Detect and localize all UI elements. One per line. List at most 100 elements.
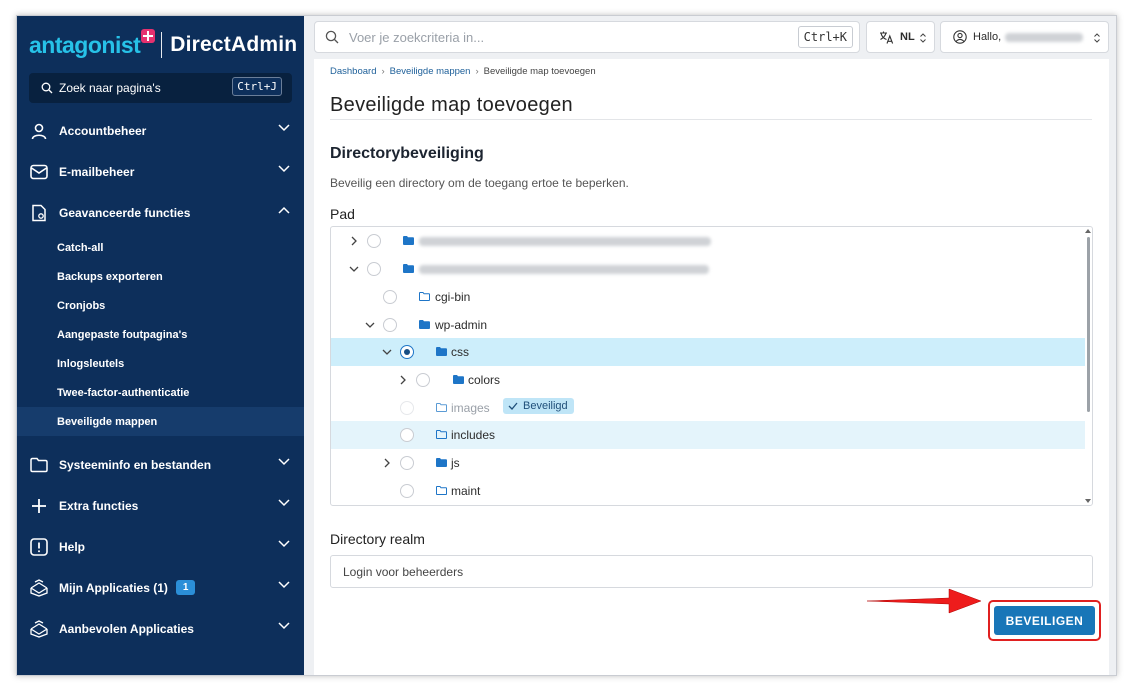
language-selector[interactable]: NL: [866, 21, 935, 53]
brand-logo[interactable]: antagonist DirectAdmin: [29, 29, 297, 60]
tree-row[interactable]: cgi-bin: [331, 283, 1085, 311]
help-icon: [29, 537, 49, 557]
sidebar-item-label: Mijn Applicaties (1): [59, 580, 168, 595]
realm-input[interactable]: [330, 555, 1093, 588]
sidebar-item-extra-functies[interactable]: Extra functies: [17, 485, 304, 526]
chevron-right-icon[interactable]: [382, 458, 392, 468]
tree-item-label: colors: [468, 373, 501, 387]
tree-name-redacted: [419, 265, 709, 274]
sidebar-item-help[interactable]: Help: [17, 526, 304, 567]
tree-row-disabled: images Beveiligd: [331, 394, 1085, 422]
tree-radio[interactable]: [383, 290, 397, 304]
tree-radio[interactable]: [383, 318, 397, 332]
scroll-up-icon[interactable]: [1085, 228, 1091, 233]
tree-item-label: maint: [451, 484, 481, 498]
tree-row[interactable]: maint: [331, 477, 1085, 505]
tree-item-label: css: [451, 345, 469, 359]
directory-tree[interactable]: cgi-bin wp-admin css colors images Bevei…: [330, 226, 1093, 506]
sidebar-search[interactable]: Zoek naar pagina's Ctrl+J: [29, 73, 292, 103]
user-greeting: Hallo,: [973, 31, 1002, 43]
global-search-shortcut: Ctrl+K: [797, 26, 853, 48]
apps-icon: [29, 578, 49, 598]
chevron-down-icon: [278, 124, 290, 132]
user-menu[interactable]: Hallo,: [940, 21, 1109, 53]
sidebar-item-label: E-mailbeheer: [59, 164, 135, 179]
sidebar-item-label: Geavanceerde functies: [59, 205, 191, 220]
section-title: Directorybeveiliging: [330, 145, 484, 162]
sidebar-subitem-aangepaste-foutpaginas[interactable]: Aangepaste foutpagina's: [17, 320, 304, 349]
chevron-down-icon: [278, 165, 290, 173]
chevron-up-icon: [278, 206, 290, 214]
apps-count-badge: 1: [175, 580, 196, 595]
mail-icon: [29, 162, 49, 182]
breadcrumb-beveiligde-mappen[interactable]: Beveiligde mappen: [390, 66, 471, 77]
tree-row[interactable]: wp-admin: [331, 311, 1085, 339]
global-search-input[interactable]: [349, 29, 749, 45]
breadcrumb-current: Beveiligde map toevoegen: [483, 66, 596, 77]
sidebar-item-label: Extra functies: [59, 498, 139, 513]
section-description: Beveilig een directory om de toegang ert…: [330, 176, 629, 190]
logo-plus-icon: [141, 29, 156, 43]
realm-label: Directory realm: [330, 531, 425, 547]
folder-icon: [436, 430, 447, 439]
tree-radio-disabled: [400, 401, 414, 415]
sidebar-subitem-cronjobs[interactable]: Cronjobs: [17, 291, 304, 320]
main-panel: Dashboard › Beveiligde mappen › Beveilig…: [314, 59, 1109, 675]
chevron-down-icon[interactable]: [365, 320, 375, 330]
sidebar-subitem-backups-exporteren[interactable]: Backups exporteren: [17, 262, 304, 291]
tree-row[interactable]: [331, 255, 1085, 283]
sidebar-subitem-catch-all[interactable]: Catch-all: [17, 233, 304, 262]
sidebar-item-aanbevolen-applicaties[interactable]: Aanbevolen Applicaties: [17, 608, 304, 649]
sidebar-item-systeeminfo[interactable]: Systeeminfo en bestanden: [17, 444, 304, 485]
chevron-down-icon[interactable]: [382, 347, 392, 357]
tree-radio-checked[interactable]: [400, 345, 414, 359]
annotation-arrow-icon: [866, 588, 982, 614]
search-icon: [41, 82, 53, 94]
folder-icon: [29, 455, 49, 475]
sidebar-item-emailbeheer[interactable]: E-mailbeheer: [17, 151, 304, 192]
tree-row-selected[interactable]: css: [331, 338, 1085, 366]
sidebar-subitem-inlogsleutels[interactable]: Inlogsleutels: [17, 349, 304, 378]
breadcrumb-separator: ›: [381, 66, 385, 77]
language-value: NL: [900, 31, 915, 43]
sidebar-item-accountbeheer[interactable]: Accountbeheer: [17, 110, 304, 151]
breadcrumb-separator: ›: [475, 66, 479, 77]
tree-item-label: cgi-bin: [435, 290, 471, 304]
search-icon: [325, 30, 339, 44]
logo-text: antagonist: [29, 31, 141, 58]
breadcrumb: Dashboard › Beveiligde mappen › Beveilig…: [330, 66, 596, 77]
tree-row[interactable]: colors: [331, 366, 1085, 394]
chevron-right-icon[interactable]: [349, 236, 359, 246]
folder-icon: [403, 236, 414, 245]
tree-row[interactable]: includes: [331, 421, 1085, 449]
sidebar-item-geavanceerde-functies[interactable]: Geavanceerde functies: [17, 192, 304, 233]
tree-row[interactable]: js: [331, 449, 1085, 477]
path-label: Pad: [330, 206, 355, 222]
folder-icon: [436, 403, 447, 412]
tree-radio[interactable]: [416, 373, 430, 387]
sidebar: antagonist DirectAdmin Zoek naar pagina'…: [17, 16, 304, 675]
tree-radio[interactable]: [367, 262, 381, 276]
chevron-down-icon: [278, 540, 290, 548]
sidebar-subitem-twee-factor-authenticatie[interactable]: Twee-factor-authenticatie: [17, 378, 304, 407]
tree-radio[interactable]: [400, 456, 414, 470]
folder-icon: [436, 486, 447, 495]
breadcrumb-dashboard[interactable]: Dashboard: [330, 66, 376, 77]
scroll-down-icon[interactable]: [1085, 499, 1091, 504]
sidebar-item-label: Aanbevolen Applicaties: [59, 621, 194, 636]
tree-item-label: js: [451, 456, 460, 470]
sidebar-subitem-beveiligde-mappen[interactable]: Beveiligde mappen: [17, 407, 304, 436]
sidebar-item-mijn-applicaties[interactable]: Mijn Applicaties (1) 1: [17, 567, 304, 608]
divider: [330, 119, 1092, 120]
chevron-down-icon[interactable]: [349, 264, 359, 274]
tree-radio[interactable]: [400, 484, 414, 498]
tree-item-label: images: [451, 401, 490, 415]
tree-radio[interactable]: [400, 428, 414, 442]
chevron-right-icon[interactable]: [398, 375, 408, 385]
tree-radio[interactable]: [367, 234, 381, 248]
global-search[interactable]: Ctrl+K: [314, 21, 860, 53]
tree-scrollbar[interactable]: [1087, 237, 1090, 412]
protect-button[interactable]: BEVEILIGEN: [994, 606, 1095, 635]
username-redacted: [1005, 32, 1084, 42]
tree-row[interactable]: [331, 227, 1085, 255]
